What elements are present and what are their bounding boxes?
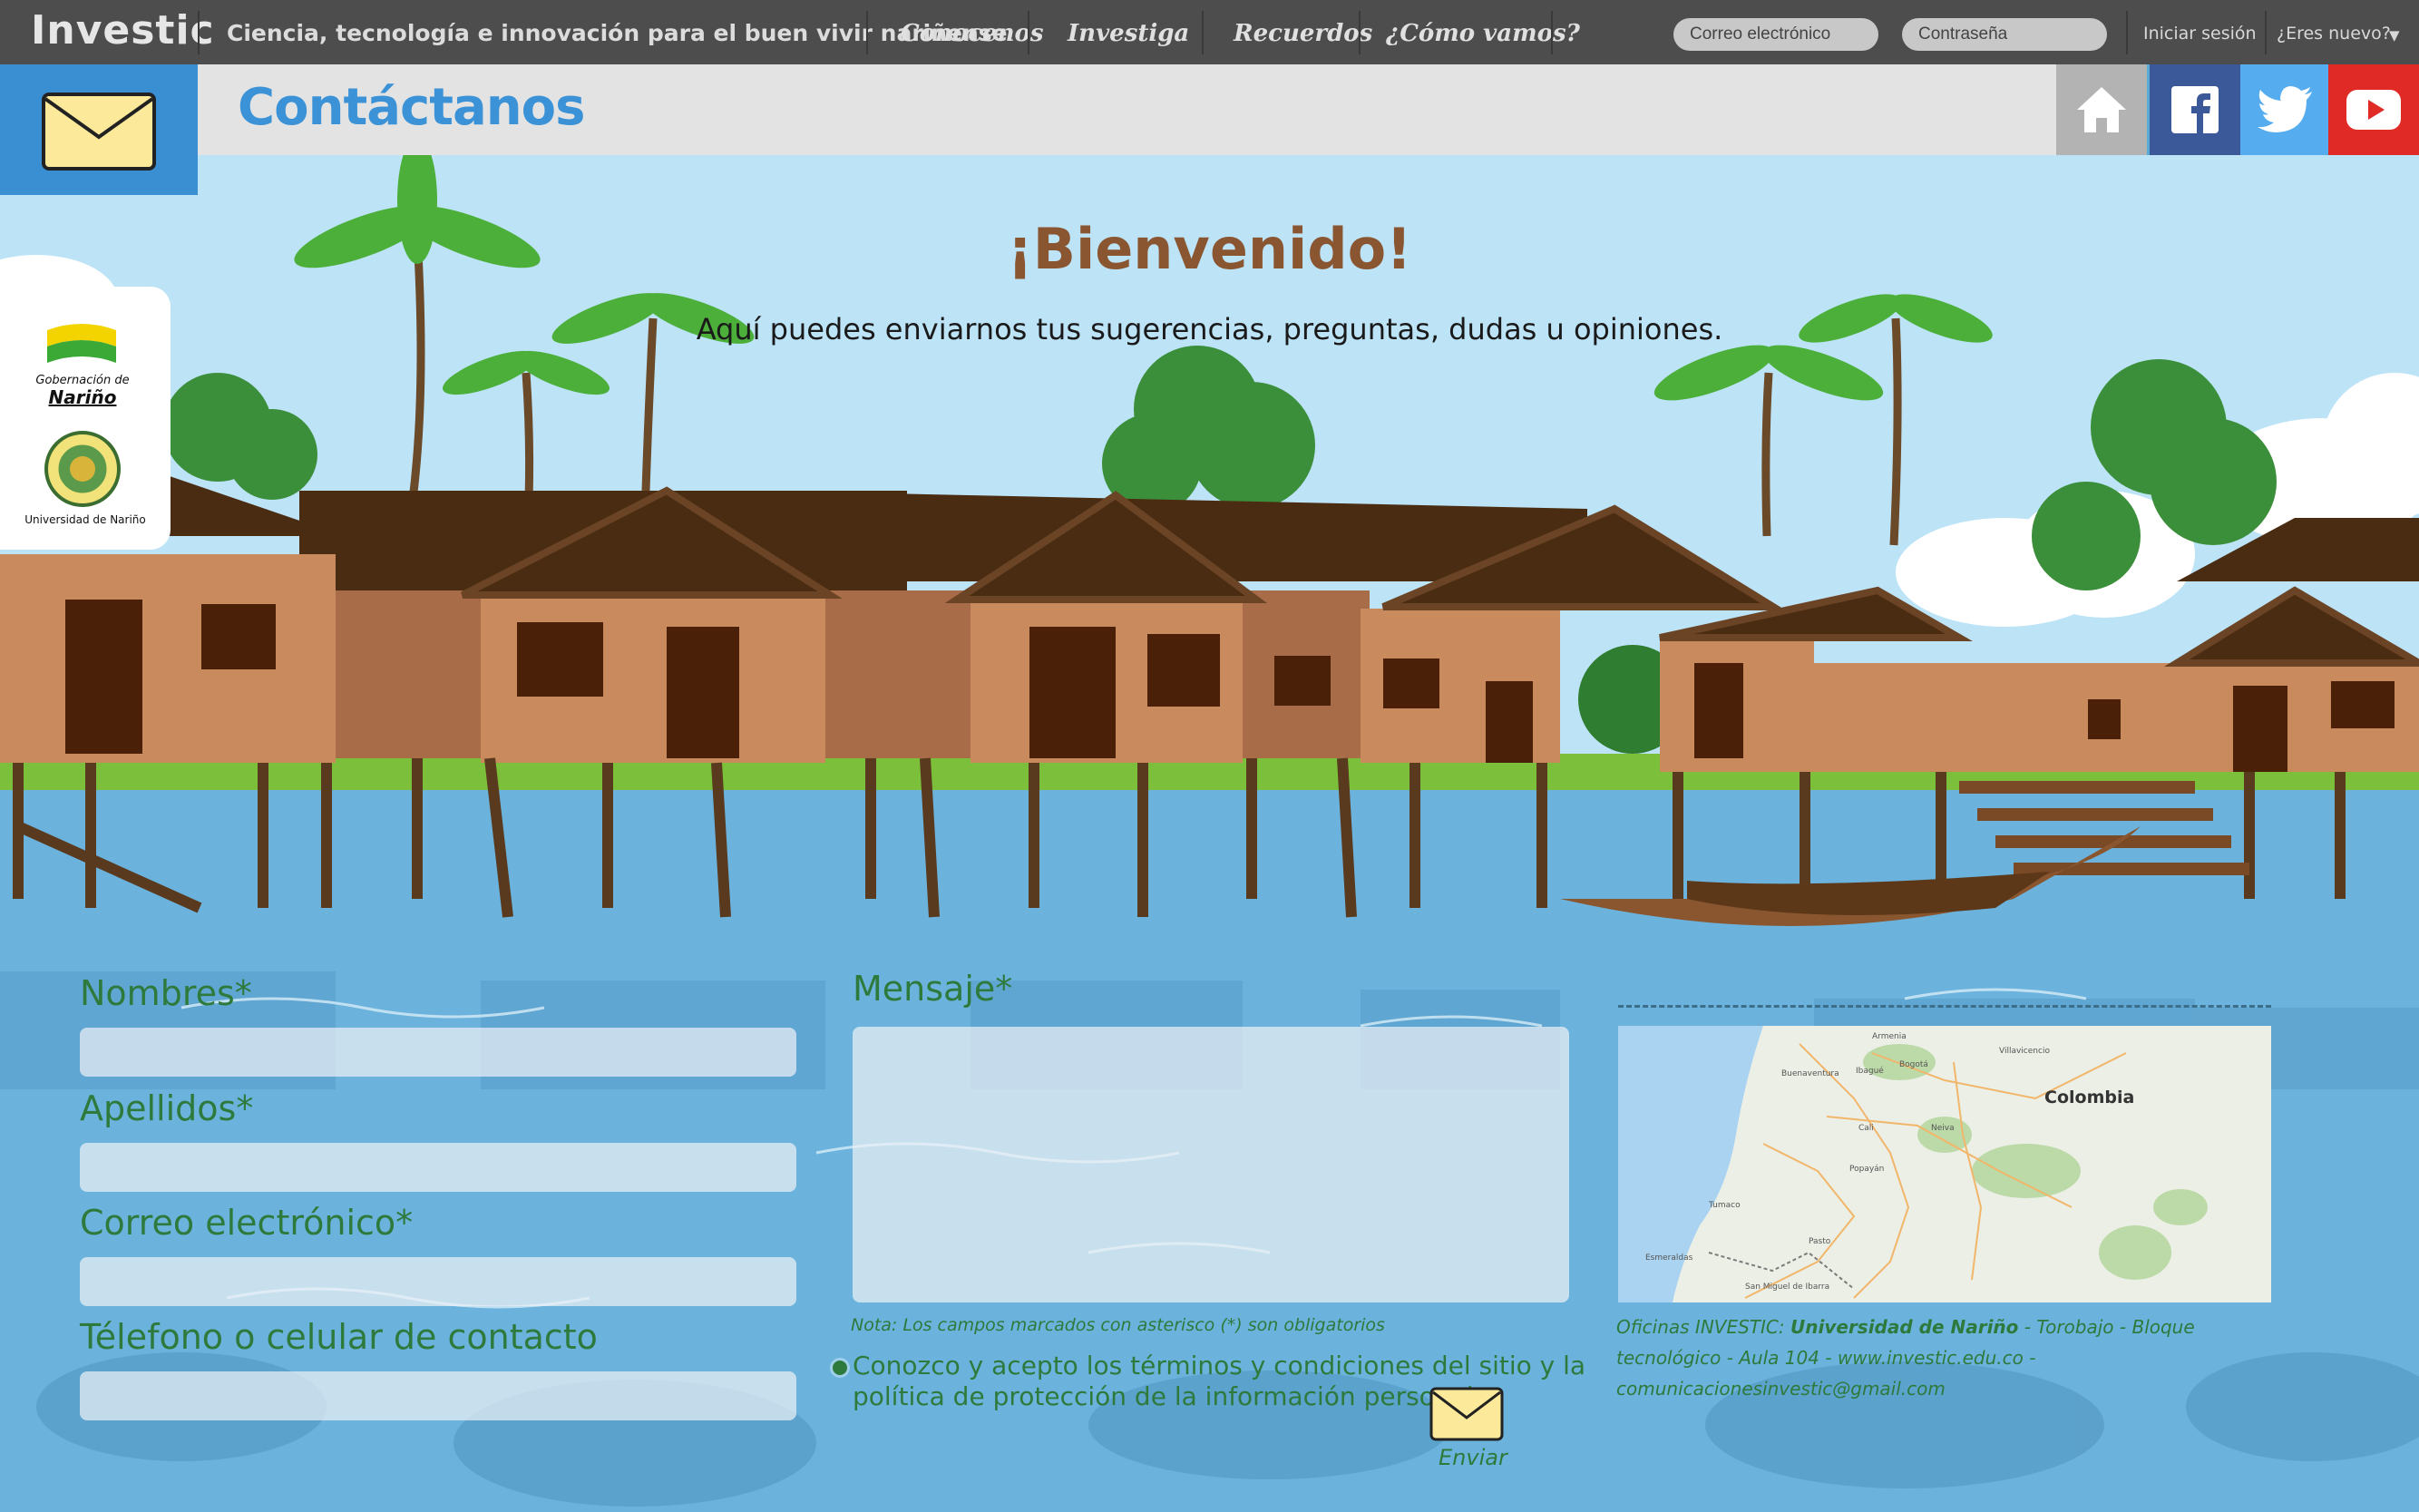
nav-item-investiga[interactable]: Investiga — [1068, 20, 1189, 47]
top-navigation-bar: Investic Ciencia, tecnología e innovació… — [0, 0, 2419, 64]
map-divider — [1618, 1005, 2271, 1008]
divider — [1202, 11, 1204, 54]
map-city-label: Popayán — [1849, 1165, 1884, 1174]
twitter-button[interactable] — [2240, 64, 2331, 155]
welcome-title: ¡Bienvenido! — [1007, 216, 1412, 282]
login-password-input[interactable] — [1902, 18, 2107, 51]
divider — [1359, 11, 1361, 54]
twitter-icon — [2258, 86, 2312, 132]
map-city-label: Ibagué — [1856, 1066, 1884, 1076]
address-university: Universidad de Nariño — [1790, 1316, 2019, 1338]
home-icon — [2077, 87, 2126, 132]
last-name-label: Apellidos* — [80, 1088, 254, 1128]
location-map[interactable]: Colombia Armenia Ibagué Bogotá Villavice… — [1618, 1026, 2271, 1302]
tagline: Ciencia, tecnología e innovación para el… — [227, 20, 1008, 46]
university-name: Universidad de Nariño — [24, 513, 146, 526]
envelope-icon — [42, 93, 156, 171]
first-name-input[interactable] — [80, 1028, 796, 1077]
office-address: Oficinas INVESTIC: Universidad de Nariño… — [1616, 1312, 2269, 1404]
map-city-label: San Miguel de Ibarra — [1745, 1283, 1829, 1292]
divider — [1551, 11, 1553, 54]
login-link[interactable]: Iniciar sesión — [2143, 24, 2257, 44]
phone-input[interactable] — [80, 1371, 796, 1420]
divider — [198, 11, 200, 54]
brand-logo[interactable]: Investic — [31, 7, 215, 54]
map-city-label: Cali — [1858, 1124, 1874, 1133]
map-city-label: Bogotá — [1899, 1060, 1928, 1069]
required-fields-note: Nota: Los campos marcados con asterisco … — [851, 1315, 1385, 1335]
message-label: Mensaje* — [853, 969, 1013, 1009]
send-button[interactable]: Enviar — [1428, 1385, 1507, 1470]
university-seal-icon — [44, 431, 121, 507]
map-city-label: Villavicencio — [1999, 1047, 2050, 1056]
map-graphic: Colombia Armenia Ibagué Bogotá Villavice… — [1618, 1026, 2271, 1302]
facebook-icon — [2171, 86, 2219, 133]
terms-line-2: política de protección de la información… — [853, 1381, 1474, 1411]
gobernacion-name: Nariño — [48, 386, 117, 408]
divider — [2265, 11, 2267, 54]
signup-link[interactable]: ¿Eres nuevo? — [2277, 24, 2391, 44]
map-city-label: Tumaco — [1708, 1201, 1741, 1210]
terms-radio[interactable] — [830, 1358, 850, 1378]
map-city-label: Neiva — [1931, 1124, 1955, 1133]
address-prefix: Oficinas INVESTIC: — [1616, 1316, 1790, 1338]
email-label: Correo electrónico* — [80, 1203, 414, 1243]
page-root: Investic Ciencia, tecnología e innovació… — [0, 0, 2419, 1512]
gobernacion-label: Gobernación de — [35, 374, 130, 387]
last-name-input[interactable] — [80, 1143, 796, 1192]
divider — [1028, 11, 1029, 54]
divider — [2126, 11, 2128, 54]
youtube-button[interactable] — [2328, 64, 2419, 155]
message-textarea[interactable] — [853, 1027, 1569, 1302]
page-title: Contáctanos — [238, 78, 585, 137]
map-city-label: Buenaventura — [1781, 1069, 1839, 1078]
youtube-icon — [2346, 90, 2401, 130]
first-name-label: Nombres* — [80, 973, 252, 1013]
nav-item-conocenos[interactable]: Conocenos — [901, 20, 1044, 47]
divider — [866, 11, 868, 54]
contact-section-tab — [0, 64, 198, 195]
phone-label: Télefono o celular de contacto — [80, 1317, 598, 1357]
stilt-village-illustration — [0, 155, 2419, 1512]
terms-line-1: Conozco y acepto los términos y condicio… — [853, 1351, 1586, 1380]
home-button[interactable] — [2056, 64, 2147, 155]
map-city-label: Pasto — [1809, 1237, 1831, 1246]
nav-item-recuerdos[interactable]: Recuerdos — [1234, 20, 1372, 47]
chevron-down-icon[interactable]: ▼ — [2389, 27, 2400, 44]
facebook-button[interactable] — [2150, 64, 2240, 155]
envelope-icon — [1429, 1387, 1504, 1441]
map-city-label: Armenia — [1872, 1032, 1907, 1041]
map-country-label: Colombia — [2044, 1088, 2134, 1107]
email-input[interactable] — [80, 1257, 796, 1306]
send-label: Enviar — [1439, 1445, 1507, 1470]
login-email-input[interactable] — [1673, 18, 1878, 51]
welcome-subtitle: Aquí puedes enviarnos tus sugerencias, p… — [696, 312, 1723, 346]
map-city-label: Esmeraldas — [1645, 1253, 1693, 1263]
